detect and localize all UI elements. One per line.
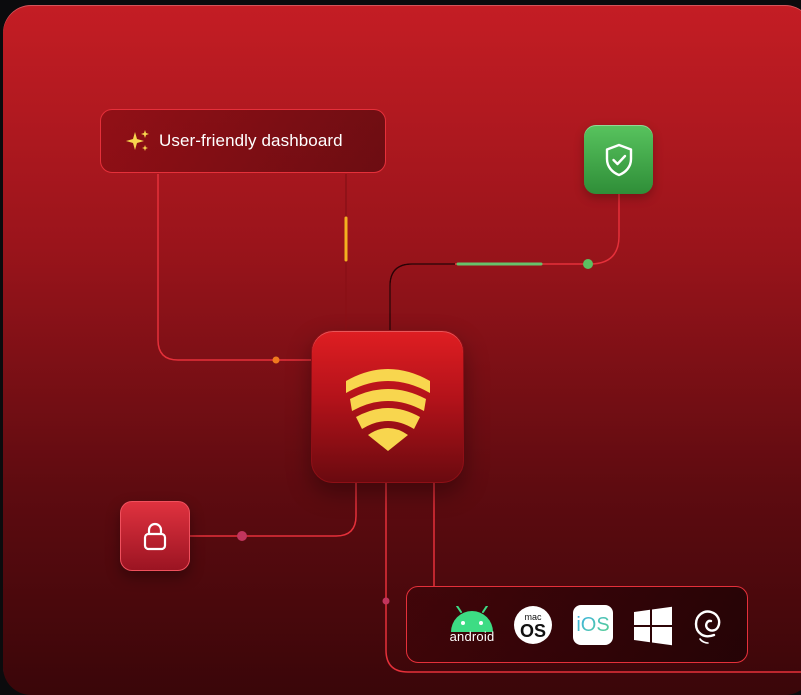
node-green — [583, 259, 593, 269]
wire-shield-dark — [389, 263, 455, 330]
macos-icon: mac OS — [514, 606, 552, 644]
lock-icon — [143, 522, 167, 551]
node-pink-lock — [237, 531, 247, 541]
sparkles-icon — [126, 130, 149, 151]
wire-dashboard-left — [157, 174, 312, 361]
node-orange — [272, 356, 280, 364]
debian-icon — [690, 605, 726, 645]
android-label: android — [449, 629, 495, 644]
platform-bar: android mac OS iOS — [406, 586, 748, 663]
macos-big-label: OS — [519, 620, 546, 641]
ios-label: iOS — [576, 613, 610, 636]
lock-badge — [120, 501, 190, 571]
node-pink-os — [382, 597, 390, 605]
brand-logo-tile — [311, 330, 464, 483]
wire-lock — [188, 481, 357, 537]
ios-icon: iOS — [573, 605, 613, 645]
dashboard-label: User-friendly dashboard — [159, 131, 343, 150]
shield-check-icon — [605, 143, 632, 176]
dashboard-card: User-friendly dashboard — [100, 109, 386, 173]
security-shield-badge — [584, 125, 653, 194]
android-icon: android — [447, 601, 497, 649]
windows-icon — [633, 606, 673, 646]
brand-shield-logo — [345, 368, 430, 451]
